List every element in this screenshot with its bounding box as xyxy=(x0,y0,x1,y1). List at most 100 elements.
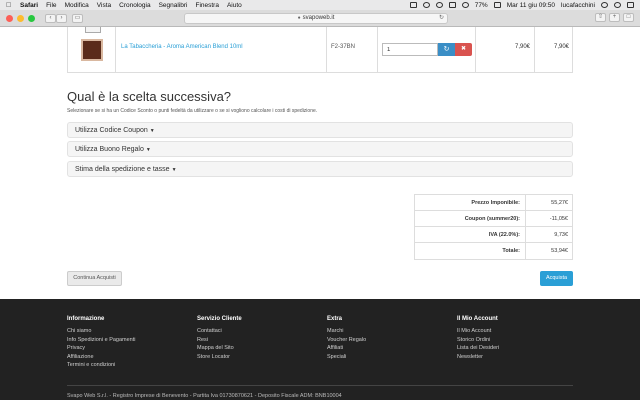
spotlight-icon[interactable] xyxy=(601,2,608,8)
footer-link[interactable]: Privacy xyxy=(67,344,136,353)
shipping-estimate-accordion-label: Stima della spedizione e tasse xyxy=(75,166,170,173)
reload-icon[interactable]: ↻ xyxy=(439,14,444,23)
grand-total-label: Totale: xyxy=(415,243,526,259)
coupon-value: -11,05€ xyxy=(549,216,568,222)
footer-column-informazione: Informazione Chi siamo Info Spedizioni e… xyxy=(67,316,136,370)
next-step-title: Qual è la scelta successiva? xyxy=(67,89,232,104)
update-quantity-button[interactable]: ↻ xyxy=(438,43,455,56)
menu-modifica[interactable]: Modifica xyxy=(65,2,89,9)
share-icon[interactable]: ⇧ xyxy=(595,13,606,22)
forward-arrow-icon[interactable]: › xyxy=(56,13,67,23)
shipping-estimate-accordion[interactable]: Stima della spedizione e tasse ▼ xyxy=(67,161,573,177)
table-divider xyxy=(572,27,573,73)
quantity-input[interactable] xyxy=(382,43,438,56)
address-bar-url: svapoweb.it xyxy=(302,15,335,21)
product-code: F2-37BN xyxy=(331,44,356,50)
site-footer: Informazione Chi siamo Info Spedizioni e… xyxy=(0,299,640,400)
order-totals-table: Prezzo Imponibile: 55,27€ Coupon (summer… xyxy=(414,194,573,260)
coupon-accordion-label: Utilizza Codice Coupon xyxy=(75,127,148,134)
remove-item-button[interactable]: ✖ xyxy=(455,43,472,56)
row-total-price: 7,90€ xyxy=(553,44,569,50)
footer-link[interactable]: Storico Ordini xyxy=(457,336,499,345)
footer-link[interactable]: Affiliati xyxy=(327,344,366,353)
fullscreen-window-button[interactable] xyxy=(28,14,35,22)
caret-down-icon: ▼ xyxy=(149,128,155,134)
product-thumbnail[interactable] xyxy=(81,39,103,61)
macos-menu-bar:  Safari File Modifica Vista Cronologia … xyxy=(0,0,640,10)
footer-link[interactable]: Il Mio Account xyxy=(457,327,499,336)
menu-aiuto[interactable]: Aiuto xyxy=(227,2,242,9)
menu-segnalibri[interactable]: Segnalibri xyxy=(159,2,188,9)
footer-divider xyxy=(67,385,573,386)
table-divider xyxy=(67,27,68,73)
table-divider xyxy=(475,27,476,73)
menubar-user[interactable]: lucafacchini xyxy=(561,2,595,9)
time-machine-icon[interactable] xyxy=(422,2,430,8)
browser-toolbar: ‹ › ▭ ● svapoweb.it ↻ ⇧ + □ xyxy=(0,10,640,27)
menubar-status-area: 77% Mar 11 giu 09:50 lucafacchini xyxy=(409,1,634,9)
coupon-label: Coupon (summer20): xyxy=(415,211,526,226)
next-step-subtitle: Selezionare se si ha un Codice Sconto o … xyxy=(67,108,318,114)
menubar-clock[interactable]: Mar 11 giu 09:50 xyxy=(507,2,555,9)
footer-link[interactable]: Contattaci xyxy=(197,327,242,336)
caret-down-icon: ▼ xyxy=(145,147,151,153)
footer-link[interactable]: Affiliazione xyxy=(67,353,136,362)
footer-link[interactable]: Chi siamo xyxy=(67,327,136,336)
menu-vista[interactable]: Vista xyxy=(97,2,111,9)
gift-voucher-accordion[interactable]: Utilizza Buono Regalo ▼ xyxy=(67,141,573,157)
wifi-icon[interactable] xyxy=(448,2,456,8)
refresh-icon: ↻ xyxy=(443,46,450,53)
notification-center-icon[interactable] xyxy=(627,2,634,8)
back-arrow-icon[interactable]: ‹ xyxy=(45,13,56,23)
previous-product-thumbnail[interactable] xyxy=(85,27,101,33)
menu-finestra[interactable]: Finestra xyxy=(195,2,218,9)
footer-link[interactable]: Voucher Regalo xyxy=(327,336,366,345)
menu-app-safari[interactable]: Safari xyxy=(20,2,38,9)
sidebar-toggle-icon[interactable]: ▭ xyxy=(72,13,83,23)
continue-shopping-button[interactable]: Continua Acquisti xyxy=(67,271,122,286)
coupon-accordion[interactable]: Utilizza Codice Coupon ▼ xyxy=(67,122,573,138)
footer-link[interactable]: Newsletter xyxy=(457,353,499,362)
totals-row: Prezzo Imponibile: 55,27€ xyxy=(415,195,572,211)
gift-voucher-accordion-label: Utilizza Buono Regalo xyxy=(75,146,144,153)
footer-link[interactable]: Marchi xyxy=(327,327,366,336)
toolbar-right: ⇧ + □ xyxy=(595,13,634,22)
bluetooth-icon[interactable] xyxy=(435,2,443,8)
volume-icon[interactable] xyxy=(461,2,469,8)
close-window-button[interactable] xyxy=(6,14,13,22)
grand-total-value: 53,94€ xyxy=(551,248,568,254)
apple-icon[interactable]:  xyxy=(6,2,14,9)
window-controls xyxy=(6,14,35,22)
product-name-link[interactable]: La Tabaccheria - Aroma American Blend 10… xyxy=(121,44,243,50)
dropbox-icon[interactable] xyxy=(409,2,417,8)
footer-link[interactable]: Speciali xyxy=(327,353,366,362)
footer-heading: Informazione xyxy=(67,316,105,322)
web-page: La Tabaccheria - Aroma American Blend 10… xyxy=(0,27,640,400)
battery-percent: 77% xyxy=(474,1,488,9)
checkout-button[interactable]: Acquista xyxy=(540,271,573,286)
vat-value: 9,73€ xyxy=(554,232,568,238)
table-divider xyxy=(534,27,535,73)
footer-link[interactable]: Store Locator xyxy=(197,353,242,362)
lock-icon: ● xyxy=(297,15,301,21)
menu-cronologia[interactable]: Cronologia xyxy=(119,2,150,9)
footer-link[interactable]: Resi xyxy=(197,336,242,345)
siri-icon[interactable] xyxy=(614,2,621,8)
footer-link[interactable]: Termini e condizioni xyxy=(67,361,136,370)
caret-down-icon: ▼ xyxy=(171,167,177,173)
totals-row: Coupon (summer20): -11,05€ xyxy=(415,211,572,227)
menu-file[interactable]: File xyxy=(46,2,56,9)
new-tab-icon[interactable]: + xyxy=(609,13,620,22)
battery-icon[interactable] xyxy=(493,2,501,8)
tab-overview-icon[interactable]: □ xyxy=(623,13,634,22)
history-nav: ‹ › xyxy=(45,13,67,23)
minimize-window-button[interactable] xyxy=(17,14,24,22)
address-bar[interactable]: ● svapoweb.it ↻ xyxy=(184,13,448,24)
cart-item-row: La Tabaccheria - Aroma American Blend 10… xyxy=(67,27,573,73)
table-divider xyxy=(377,27,378,73)
footer-link[interactable]: Lista dei Desideri xyxy=(457,344,499,353)
subtotal-value: 55,27€ xyxy=(551,200,568,206)
table-divider xyxy=(115,27,116,73)
footer-link[interactable]: Mappa del Sito xyxy=(197,344,242,353)
footer-link[interactable]: Info Spedizioni e Pagamenti xyxy=(67,336,136,345)
